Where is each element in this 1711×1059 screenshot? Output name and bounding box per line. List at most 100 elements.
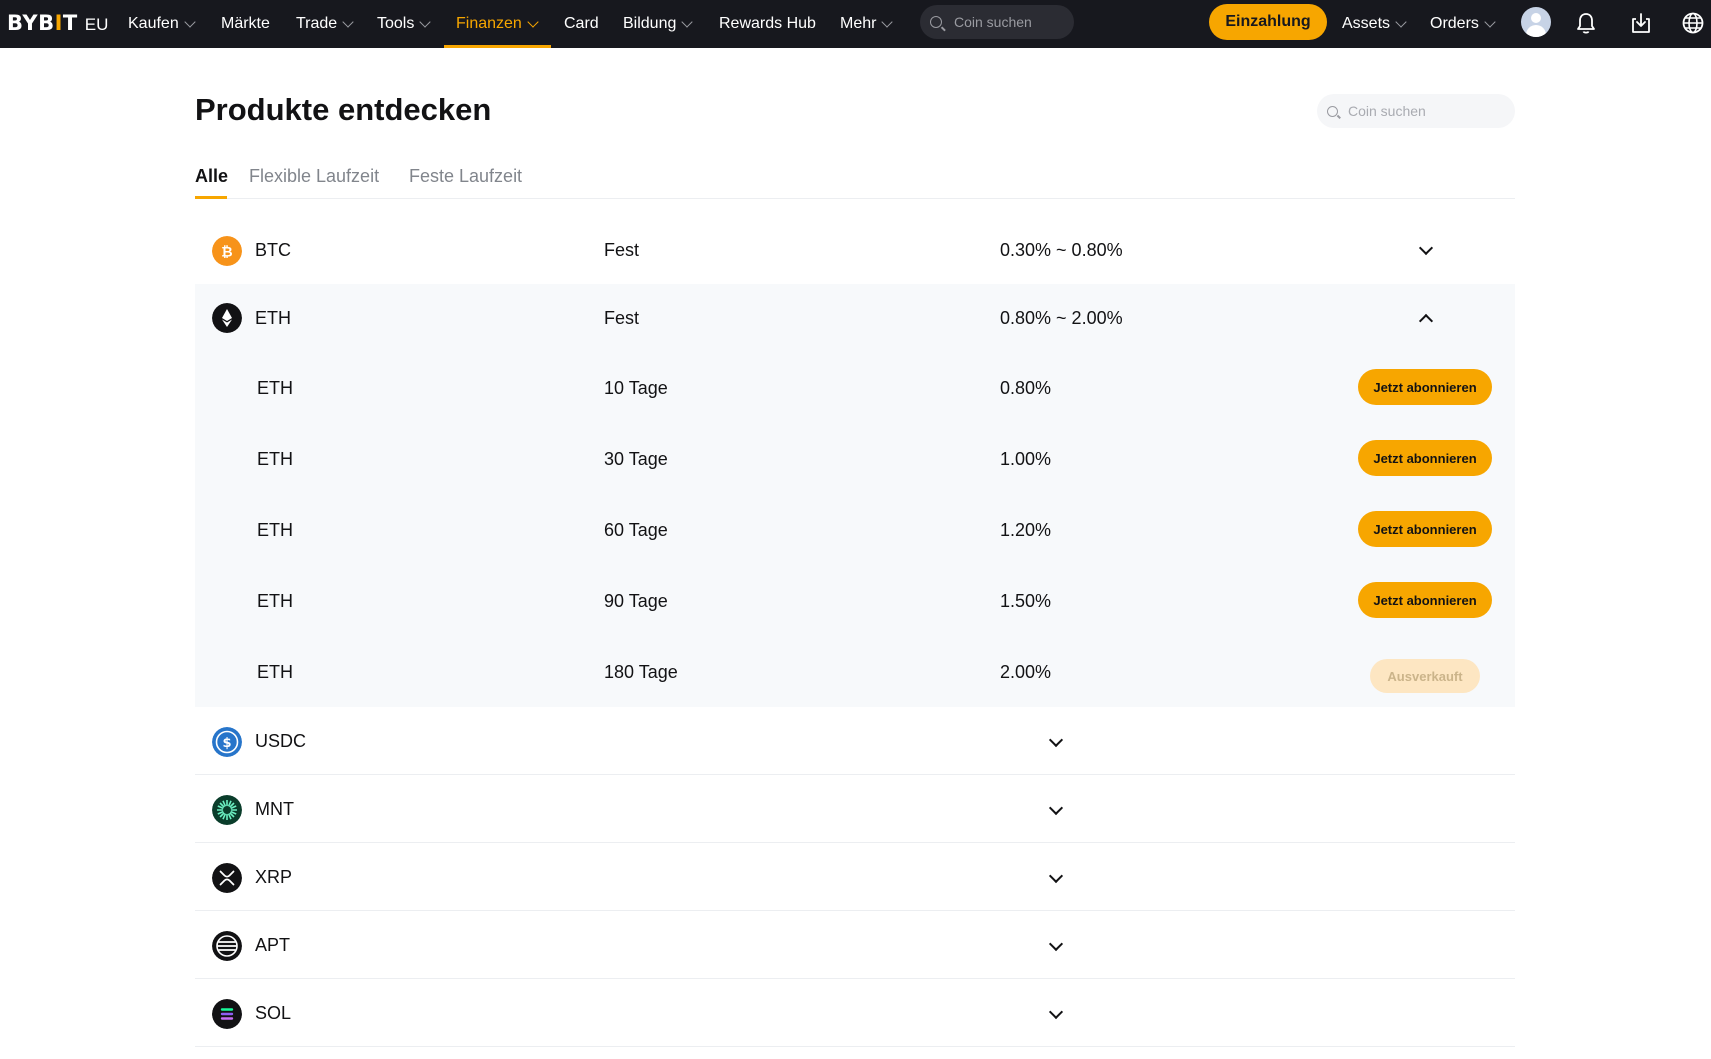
deposit-button[interactable]: Einzahlung — [1209, 4, 1327, 40]
nav-item-trade[interactable]: Trade — [296, 0, 354, 48]
nav-item-orders[interactable]: Orders — [1430, 0, 1496, 48]
coin-name: XRP — [255, 867, 293, 887]
nav-item-finanzen[interactable]: Finanzen — [456, 0, 539, 48]
product-type: Fest — [604, 308, 640, 328]
subscribe-button[interactable]: Jetzt abonnieren — [1358, 369, 1492, 405]
coin-search-box[interactable] — [1317, 94, 1515, 128]
nav-item-rewards-hub[interactable]: Rewards Hub — [719, 0, 816, 48]
svg-text:$: $ — [222, 736, 231, 751]
product-row-mnt[interactable]: MNT — [195, 775, 1515, 843]
mnt-icon — [212, 795, 242, 825]
btc-icon: ₿ — [212, 236, 242, 266]
nav-item-maerkte[interactable]: Märkte — [221, 0, 270, 48]
nav-item-label: Tools — [377, 15, 415, 32]
chevron-down-icon[interactable] — [1048, 936, 1064, 952]
product-row-apt[interactable]: APT — [195, 911, 1515, 979]
page-title: Produkte entdecken — [195, 92, 492, 127]
nav-item-label: Rewards Hub — [719, 15, 816, 32]
term-row: ETH 30 Tage 1.00% Jetzt abonnieren — [195, 423, 1515, 494]
chevron-down-icon — [881, 15, 894, 28]
nav-item-kaufen[interactable]: Kaufen — [128, 0, 196, 48]
apr-range: 0.30% ~ 0.80% — [1000, 240, 1123, 260]
term-coin: ETH — [257, 449, 293, 469]
sol-icon — [212, 999, 242, 1029]
nav-item-label: Bildung — [623, 15, 677, 32]
nav-item-label: Assets — [1342, 15, 1391, 32]
apr-range: 0.80% ~ 2.00% — [1000, 308, 1123, 328]
subscribe-button[interactable]: Jetzt abonnieren — [1358, 582, 1492, 618]
product-row-eth[interactable]: ETH Fest 0.80% ~ 2.00% — [195, 284, 1515, 352]
avatar-shoulders — [1526, 25, 1546, 37]
nav-search-box[interactable] — [920, 5, 1074, 39]
tab-flexible-laufzeit[interactable]: Flexible Laufzeit — [249, 166, 379, 187]
sold-out-button: Ausverkauft — [1370, 659, 1480, 693]
term-duration: 90 Tage — [604, 591, 668, 611]
coin-name: ETH — [255, 308, 291, 328]
tab-active-underline — [195, 196, 227, 199]
subscribe-button[interactable]: Jetzt abonnieren — [1358, 511, 1492, 547]
apt-icon — [212, 931, 242, 961]
term-coin: ETH — [257, 520, 293, 540]
term-duration: 180 Tage — [604, 662, 678, 682]
chevron-up-icon[interactable] — [1418, 313, 1434, 329]
nav-item-assets[interactable]: Assets — [1342, 0, 1407, 48]
coin-name: MNT — [255, 799, 294, 819]
subscribe-button[interactable]: Jetzt abonnieren — [1358, 440, 1492, 476]
globe-icon[interactable] — [1680, 10, 1706, 36]
nav-item-card[interactable]: Card — [564, 0, 599, 48]
nav-item-label: Finanzen — [456, 15, 522, 32]
product-row-btc[interactable]: ₿ BTC Fest 0.30% ~ 0.80% — [195, 218, 1515, 284]
product-tabs: Alle Flexible Laufzeit Feste Laufzeit — [195, 163, 1515, 199]
chevron-down-icon[interactable] — [1418, 240, 1434, 256]
term-duration: 10 Tage — [604, 378, 668, 398]
term-duration: 60 Tage — [604, 520, 668, 540]
term-row: ETH 10 Tage 0.80% Jetzt abonnieren — [195, 352, 1515, 423]
row-divider — [195, 1046, 1515, 1047]
chevron-down-icon — [1484, 15, 1496, 28]
nav-item-label: Trade — [296, 15, 338, 32]
term-coin: ETH — [257, 378, 293, 398]
bell-icon[interactable] — [1573, 10, 1599, 36]
nav-item-mehr[interactable]: Mehr — [840, 0, 894, 48]
tab-alle[interactable]: Alle — [195, 166, 228, 187]
chevron-down-icon — [527, 15, 539, 28]
product-row-usdc[interactable]: $ USDC — [195, 707, 1515, 775]
product-row-xrp[interactable]: XRP — [195, 843, 1515, 911]
avatar-head — [1531, 13, 1541, 23]
product-type: Fest — [604, 240, 640, 260]
nav-active-underline — [444, 45, 551, 48]
term-coin: ETH — [257, 662, 293, 682]
term-apr: 0.80% — [1000, 378, 1052, 398]
chevron-down-icon[interactable] — [1048, 868, 1064, 884]
nav-item-label: Orders — [1430, 15, 1479, 32]
chevron-down-icon — [342, 15, 354, 28]
chevron-down-icon[interactable] — [1048, 732, 1064, 748]
chevron-down-icon[interactable] — [1048, 800, 1064, 816]
chevron-down-icon — [184, 15, 196, 28]
download-icon[interactable] — [1628, 10, 1654, 36]
usdc-icon: $ — [212, 727, 242, 757]
nav-item-label: Märkte — [221, 15, 270, 32]
bybit-logo[interactable]: BYBIT EU — [7, 11, 108, 37]
product-row-sol[interactable]: SOL — [195, 979, 1515, 1047]
logo-wordmark: BYBIT — [7, 11, 78, 35]
logo-region: EU — [84, 15, 109, 34]
term-apr: 1.50% — [1000, 591, 1052, 611]
coin-search-input[interactable] — [1348, 103, 1498, 119]
term-row: ETH 90 Tage 1.50% Jetzt abonnieren — [195, 565, 1515, 636]
nav-item-bildung[interactable]: Bildung — [623, 0, 694, 48]
chevron-down-icon — [419, 15, 432, 28]
coin-name: SOL — [255, 1003, 292, 1023]
avatar[interactable] — [1521, 7, 1551, 37]
coin-name: APT — [255, 935, 291, 955]
chevron-down-icon[interactable] — [1048, 1004, 1064, 1020]
term-row: ETH 60 Tage 1.20% Jetzt abonnieren — [195, 494, 1515, 565]
term-apr: 1.20% — [1000, 520, 1052, 540]
tab-feste-laufzeit[interactable]: Feste Laufzeit — [409, 166, 522, 187]
nav-search-input[interactable] — [954, 14, 1064, 30]
term-coin: ETH — [257, 591, 293, 611]
nav-item-tools[interactable]: Tools — [377, 0, 432, 48]
term-apr: 1.00% — [1000, 449, 1052, 469]
svg-text:₿: ₿ — [221, 245, 232, 261]
term-row: ETH 180 Tage 2.00% Ausverkauft — [195, 636, 1515, 707]
